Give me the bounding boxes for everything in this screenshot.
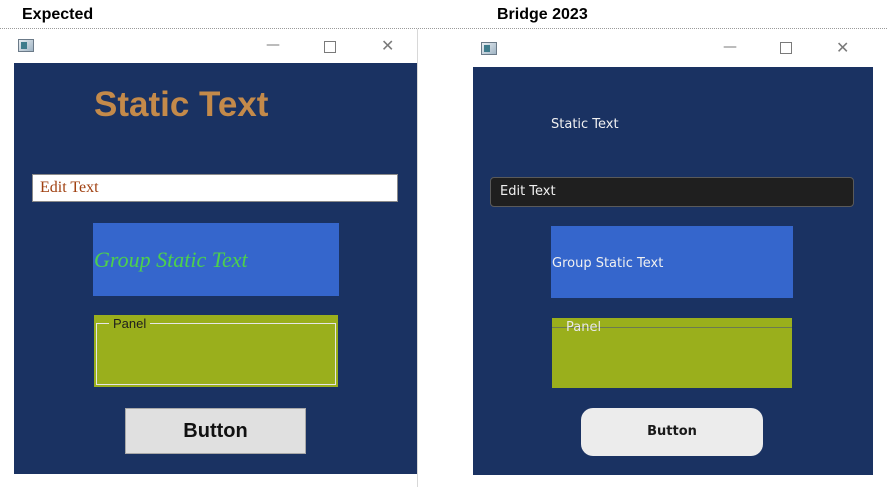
bridge-dialog-area: Static Text Edit Text Group Static Text … — [473, 67, 873, 475]
bridge-window: — ✕ Static Text Edit Text Group Static T… — [460, 29, 887, 487]
heading-expected: Expected — [22, 6, 94, 23]
close-icon[interactable]: ✕ — [836, 40, 849, 56]
maximize-icon[interactable] — [324, 41, 336, 53]
minimize-icon[interactable]: — — [266, 38, 280, 52]
expected-dialog-area: Static Text Edit Text Group Static Text … — [14, 63, 417, 474]
edit-text-field[interactable]: Edit Text — [32, 174, 398, 202]
static-text: Static Text — [94, 85, 269, 124]
heading-bridge: Bridge 2023 — [497, 6, 588, 23]
static-text: Static Text — [551, 117, 619, 132]
expected-window: — ✕ Static Text Edit Text Group Static T… — [0, 29, 418, 487]
panel-label: Panel — [566, 320, 602, 335]
edit-text-field[interactable]: Edit Text — [490, 177, 854, 207]
panel: Panel — [552, 318, 792, 388]
app-window-icon — [18, 39, 34, 52]
maximize-icon[interactable] — [780, 42, 792, 54]
panel-label: Panel — [109, 316, 151, 331]
button[interactable]: Button — [581, 408, 763, 456]
group-static-text: Group Static Text — [551, 226, 793, 298]
minimize-icon[interactable]: — — [723, 40, 737, 54]
panel-frame — [96, 323, 336, 385]
button[interactable]: Button — [125, 408, 306, 454]
close-icon[interactable]: ✕ — [381, 38, 394, 54]
group-static-text: Group Static Text — [93, 223, 339, 296]
panel: Panel — [94, 315, 338, 387]
app-window-icon — [481, 42, 497, 55]
